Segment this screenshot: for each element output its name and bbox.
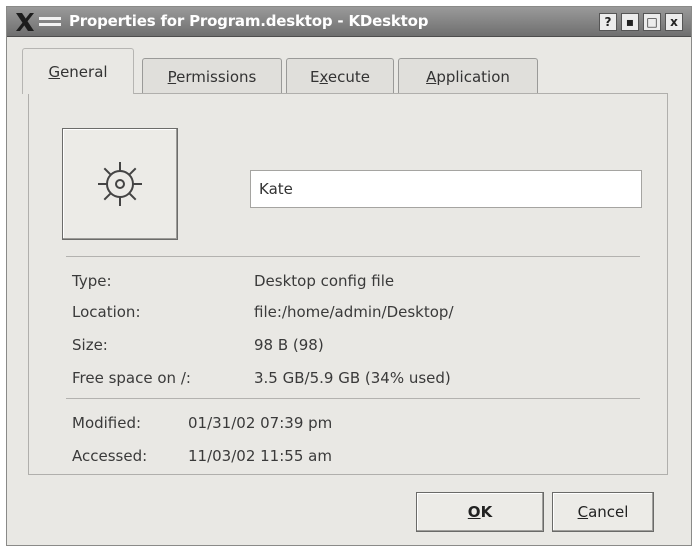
separator-bottom	[66, 398, 640, 399]
cancel-button[interactable]: Cancel	[552, 492, 654, 532]
ok-button-label: OK	[467, 503, 493, 521]
gear-icon	[98, 162, 142, 206]
separator-top	[66, 256, 640, 257]
help-button[interactable]: ?	[599, 13, 617, 31]
free-space-value: 3.5 GB/5.9 GB (34% used)	[254, 369, 451, 387]
title-bar[interactable]: Properties for Program.desktop - KDeskto…	[7, 7, 691, 37]
close-button[interactable]: x	[665, 13, 683, 31]
window-title: Properties for Program.desktop - KDeskto…	[69, 12, 429, 30]
minimize-button[interactable]: ▪	[621, 13, 639, 31]
modified-label: Modified:	[72, 414, 142, 432]
type-value: Desktop config file	[254, 272, 395, 290]
tab-permissions[interactable]: Permissions	[142, 58, 282, 94]
maximize-button[interactable]: □	[643, 13, 661, 31]
name-field[interactable]: Kate	[250, 170, 642, 208]
tab-application-label: Application	[426, 67, 510, 86]
accessed-label: Accessed:	[72, 447, 148, 465]
modified-value: 01/31/02 07:39 pm	[188, 414, 333, 432]
type-label: Type:	[72, 272, 112, 290]
tab-general-label: General	[48, 62, 108, 81]
location-label: Location:	[72, 303, 141, 321]
size-label: Size:	[72, 336, 108, 354]
tab-permissions-label: Permissions	[167, 67, 257, 86]
free-space-label: Free space on /:	[72, 369, 191, 387]
tab-execute[interactable]: Execute	[286, 58, 394, 94]
cancel-button-label: Cancel	[577, 503, 629, 521]
window-menu-icon[interactable]	[39, 15, 61, 29]
x-logo-icon[interactable]	[13, 10, 37, 34]
ok-button[interactable]: OK	[416, 492, 544, 532]
accessed-value: 11/03/02 11:55 am	[188, 447, 332, 465]
location-value: file:/home/admin/Desktop/	[254, 303, 454, 321]
tab-general[interactable]: General	[22, 48, 134, 94]
size-value: 98 B (98)	[254, 336, 324, 354]
file-icon-button[interactable]	[62, 128, 178, 240]
tab-application[interactable]: Application	[398, 58, 538, 94]
tab-execute-label: Execute	[310, 67, 370, 86]
